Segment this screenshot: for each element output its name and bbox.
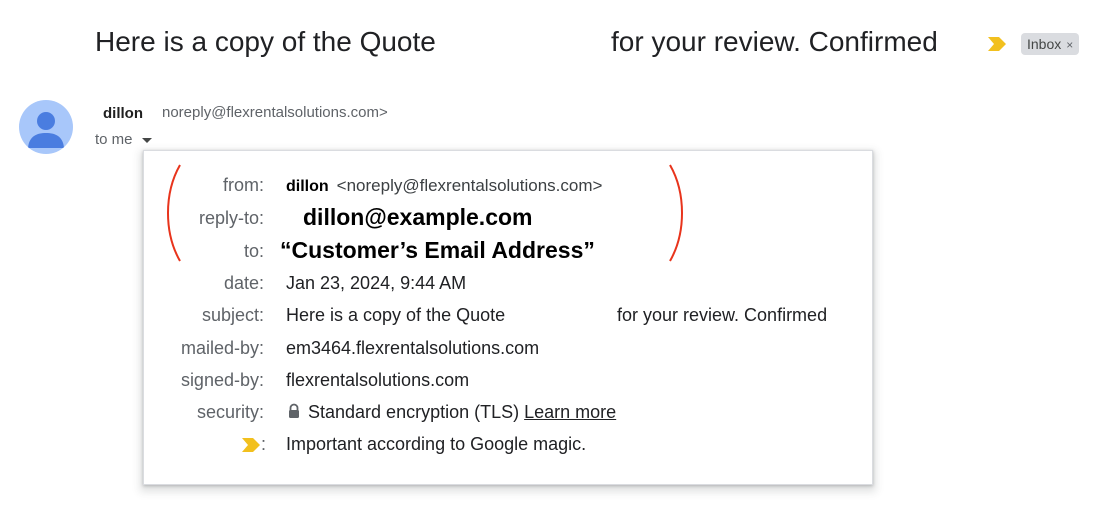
detail-row-to: to: “Customer’s Email Address”	[144, 235, 872, 267]
signed-by-value: flexrentalsolutions.com	[286, 370, 470, 390]
avatar-person-icon	[28, 112, 64, 148]
from-label: from:	[222, 175, 264, 195]
to-me-label: to me	[95, 131, 133, 148]
subject-value-part1: Here is a copy of the Quote	[286, 305, 506, 325]
subject-value-part2: for your review. Confirmed	[617, 305, 828, 325]
detail-row-security: security: Standard encryption (TLS) Lear…	[144, 396, 872, 428]
detail-row-importance: : Important according to Google magic.	[144, 428, 872, 460]
mailed-by-label: mailed-by:	[180, 338, 264, 358]
message-details-popup: from: dillon <noreply@flexrentalsolutions…	[143, 150, 873, 485]
from-name: dillon	[286, 178, 329, 195]
importance-marker-icon[interactable]	[988, 37, 1006, 51]
subject-label: subject:	[201, 305, 264, 325]
inbox-label-text: Inbox	[1027, 36, 1062, 52]
avatar[interactable]	[19, 100, 73, 154]
importance-value: Important according to Google magic.	[286, 434, 587, 454]
from-value: dillon <noreply@flexrentalsolutions.com>	[286, 175, 602, 196]
email-subject-continued: for your review. Confirmed	[611, 26, 938, 57]
sender-email: noreply@flexrentalsolutions.com>	[162, 104, 388, 121]
date-value: Jan 23, 2024, 9:44 AM	[286, 273, 467, 293]
security-label: security:	[196, 402, 264, 422]
learn-more-link[interactable]: Learn more	[524, 402, 616, 422]
detail-row-subject: subject: Here is a copy of the Quote for…	[144, 299, 872, 331]
close-icon[interactable]: ×	[1066, 38, 1073, 52]
recipient-details-toggle[interactable]: to me	[95, 131, 152, 148]
mailed-by-value: em3464.flexrentalsolutions.com	[286, 338, 540, 358]
email-view: Here is a copy of the Quote for your rev…	[0, 0, 1119, 507]
subject-value: Here is a copy of the Quote for your rev…	[286, 305, 827, 326]
signed-by-label: signed-by:	[180, 370, 264, 390]
detail-row-from: from: dillon <noreply@flexrentalsolutions…	[144, 169, 872, 201]
importance-colon: :	[260, 434, 266, 454]
detail-row-reply-to: reply-to: dillon@example.com	[144, 202, 872, 234]
security-value: Standard encryption (TLS) Learn more	[286, 402, 616, 423]
email-subject: Here is a copy of the Quote	[95, 26, 436, 57]
chevron-down-icon	[141, 137, 152, 143]
detail-row-mailed-by: mailed-by: em3464.flexrentalsolutions.co…	[144, 332, 872, 364]
importance-marker-icon	[242, 438, 260, 452]
reply-to-label: reply-to:	[198, 208, 264, 228]
date-label: date:	[223, 273, 264, 293]
to-value: “Customer’s Email Address”	[280, 237, 595, 263]
from-email: <noreply@flexrentalsolutions.com>	[336, 176, 603, 195]
inbox-label-chip[interactable]: Inbox ×	[1021, 33, 1080, 55]
detail-row-signed-by: signed-by: flexrentalsolutions.com	[144, 364, 872, 396]
lock-icon	[289, 403, 299, 418]
reply-to-value: dillon@example.com	[303, 204, 533, 230]
to-label: to:	[243, 241, 264, 261]
detail-row-date: date: Jan 23, 2024, 9:44 AM	[144, 267, 872, 299]
security-text: Standard encryption (TLS)	[308, 402, 520, 422]
sender-name[interactable]: dillon	[103, 105, 143, 122]
